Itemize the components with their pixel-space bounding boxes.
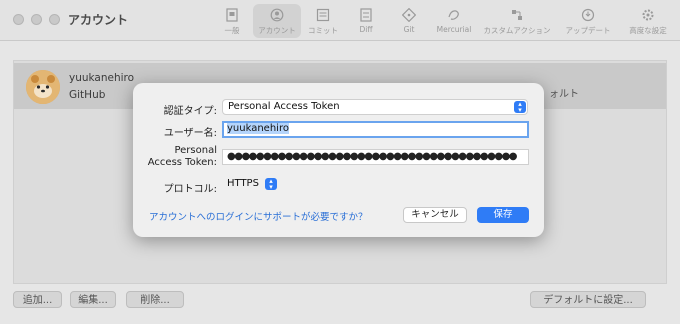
auth-type-value: Personal Access Token <box>228 101 340 112</box>
protocol-value: HTTPS <box>227 178 259 189</box>
set-default-button[interactable]: デフォルトに設定... <box>530 291 646 308</box>
title-bar: アカウント 一般 アカウント コミット Diff Git Mercurial カ… <box>0 0 680 41</box>
window-title: アカウント <box>68 13 129 27</box>
login-help-link[interactable]: アカウントへのログインにサポートが必要ですか？ <box>149 209 368 223</box>
account-host: GitHub <box>69 89 106 101</box>
auth-type-select[interactable]: Personal Access Token ▴ ▾ <box>222 99 528 115</box>
general-icon <box>226 8 238 22</box>
commit-icon <box>316 8 330 22</box>
access-token-field[interactable]: ●●●●●●●●●●●●●●●●●●●●●●●●●●●●●●●●●●●●●●●● <box>222 149 529 165</box>
toolbar-commit[interactable]: コミット <box>305 4 341 38</box>
edit-account-button[interactable]: 編集... <box>70 291 116 308</box>
update-icon <box>581 8 595 22</box>
advanced-icon <box>642 9 654 21</box>
auth-type-label: 認証タイプ: <box>163 106 217 117</box>
diff-icon <box>360 8 372 22</box>
avatar <box>26 70 60 104</box>
toolbar-account[interactable]: アカウント <box>253 4 301 38</box>
account-default-label: ォルト <box>549 89 579 100</box>
toolbar-general[interactable]: 一般 <box>218 4 246 38</box>
token-label: Personal Access Token: <box>147 145 217 168</box>
add-account-button[interactable]: 追加... <box>13 291 62 308</box>
token-value: ●●●●●●●●●●●●●●●●●●●●●●●●●●●●●●●●●●●●●●●● <box>227 151 518 162</box>
username-label: ユーザー名: <box>163 128 217 139</box>
account-edit-dialog: 認証タイプ: Personal Access Token ▴ ▾ ユーザー名: y… <box>133 83 544 237</box>
toolbar-git[interactable]: Git <box>396 4 422 38</box>
chevron-updown-icon: ▴ ▾ <box>514 101 526 114</box>
username-value: yuukanehiro <box>227 123 289 134</box>
toolbar-custom-actions[interactable]: カスタムアクション <box>481 4 553 38</box>
account-icon <box>270 8 284 22</box>
chevron-updown-icon: ▴ ▾ <box>265 178 277 191</box>
protocol-label: プロトコル: <box>163 184 217 195</box>
toolbar-update[interactable]: アップデート <box>564 4 612 38</box>
minimize-window-button[interactable] <box>31 14 42 25</box>
custom-actions-icon <box>512 10 522 20</box>
cancel-button[interactable]: キャンセル <box>403 207 467 223</box>
toolbar-mercurial[interactable]: Mercurial <box>433 4 475 38</box>
save-button[interactable]: 保存 <box>477 207 529 223</box>
preferences-window: アカウント 一般 アカウント コミット Diff Git Mercurial カ… <box>0 0 680 324</box>
username-field[interactable]: yuukanehiro <box>222 121 529 138</box>
toolbar-advanced[interactable]: 高度な設定 <box>626 4 670 38</box>
toolbar-diff[interactable]: Diff <box>352 4 380 38</box>
account-username: yuukanehiro <box>69 72 135 84</box>
mercurial-icon <box>448 10 459 20</box>
close-window-button[interactable] <box>13 14 24 25</box>
zoom-window-button[interactable] <box>49 14 60 25</box>
delete-account-button[interactable]: 削除... <box>126 291 184 308</box>
protocol-select[interactable]: HTTPS ▴ ▾ <box>222 177 278 193</box>
git-icon <box>402 8 416 22</box>
